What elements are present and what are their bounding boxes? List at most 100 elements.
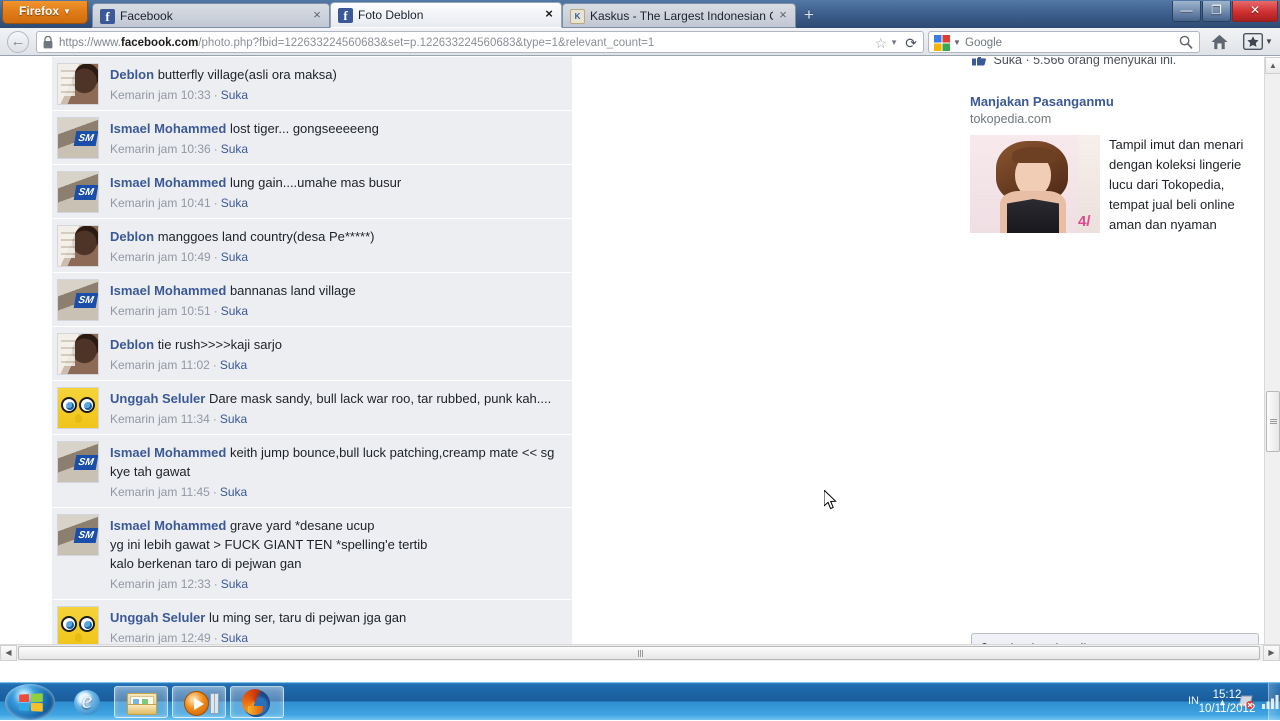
like-link[interactable]: Suka <box>221 250 248 264</box>
taskbar-item-internet-explorer[interactable] <box>62 686 116 718</box>
comment-author[interactable]: Ismael Mohammed <box>110 121 226 136</box>
like-link[interactable]: Suka <box>221 142 248 156</box>
navigation-toolbar: ← https://www.facebook.com/photo.php?fbi… <box>0 28 1280 56</box>
taskbar-clock[interactable]: 15:12 10/11/2012 <box>1196 688 1258 716</box>
comment-text: lu ming ser, taru di pejwan jga gan <box>209 610 406 625</box>
like-link[interactable]: Suka <box>221 196 248 210</box>
like-link[interactable]: Suka <box>221 88 248 102</box>
like-link[interactable]: Suka <box>221 577 248 591</box>
avatar[interactable] <box>57 63 99 105</box>
url-domain: facebook.com <box>121 37 198 49</box>
like-link[interactable]: Suka <box>221 304 248 318</box>
maximize-button[interactable]: ❐ <box>1202 1 1231 22</box>
chevron-down-icon[interactable]: ▼ <box>953 38 961 47</box>
avatar[interactable] <box>57 171 99 213</box>
comment-time: Kemarin jam 10:36 <box>110 142 211 156</box>
ad-image[interactable]: 4/ <box>970 135 1100 233</box>
taskbar-item-windows-explorer[interactable] <box>114 686 168 718</box>
comment-item: Deblon butterfly village(asli ora maksa)… <box>52 57 572 111</box>
comment-body: Unggah Seluler lu ming ser, taru di pejw… <box>110 608 562 627</box>
back-button[interactable]: ← <box>7 31 29 53</box>
window-controls: — ❐ ✕ <box>1171 1 1278 22</box>
chevron-down-icon[interactable]: ▼ <box>890 38 898 47</box>
ad-domain: tokopedia.com <box>970 111 1264 128</box>
firefox-menu-button[interactable]: Firefox▼ <box>2 1 88 24</box>
comment-item: Ismael Mohammed grave yard *desane ucupy… <box>52 508 572 600</box>
avatar[interactable] <box>57 225 99 267</box>
avatar[interactable] <box>57 606 99 648</box>
like-link[interactable]: Suka <box>221 631 248 645</box>
tab-foto-deblon[interactable]: f Foto Deblon × <box>330 2 562 28</box>
start-button[interactable] <box>5 684 55 720</box>
tab-label: Facebook <box>120 9 307 23</box>
bookmarks-icon[interactable] <box>1243 33 1263 50</box>
minimize-button[interactable]: — <box>1172 1 1201 22</box>
kaskus-icon: K <box>570 9 585 24</box>
show-desktop-button[interactable] <box>1268 683 1280 721</box>
horizontal-scrollbar[interactable]: ◀ ▶ <box>0 644 1280 661</box>
comment-author[interactable]: Ismael Mohammed <box>110 445 226 460</box>
horizontal-scrollbar-thumb[interactable] <box>18 646 1260 660</box>
comment-author[interactable]: Unggah Seluler <box>110 610 205 625</box>
vertical-scrollbar-thumb[interactable] <box>1266 391 1280 452</box>
tab-close-icon[interactable]: × <box>542 7 556 21</box>
tab-close-icon[interactable]: × <box>776 8 790 22</box>
avatar-image <box>58 388 98 428</box>
comment-body: Deblon manggoes land country(desa Pe****… <box>110 227 562 246</box>
comment-text: bannanas land village <box>230 283 356 298</box>
avatar-image <box>58 172 98 212</box>
new-tab-button[interactable]: + <box>798 5 820 26</box>
scroll-up-arrow[interactable]: ▲ <box>1265 57 1280 74</box>
comment-author[interactable]: Ismael Mohammed <box>110 283 226 298</box>
search-icon[interactable] <box>1179 35 1193 49</box>
like-link[interactable]: Suka <box>220 485 247 499</box>
comment-author[interactable]: Unggah Seluler <box>110 391 205 406</box>
like-link[interactable]: Suka <box>220 358 247 372</box>
tab-label: Foto Deblon <box>358 8 539 22</box>
tab-kaskus[interactable]: K Kaskus - The Largest Indonesian Com...… <box>562 3 796 28</box>
comment-author[interactable]: Deblon <box>110 229 154 244</box>
address-bar[interactable]: https://www.facebook.com/photo.php?fbid=… <box>36 31 924 53</box>
taskbar-item-firefox[interactable] <box>230 686 284 718</box>
comment-item: Deblon tie rush>>>>kaji sarjoKemarin jam… <box>52 327 572 381</box>
url-path: /photo.php?fbid=122633224560683&set=p.12… <box>198 37 654 49</box>
home-icon[interactable] <box>1210 33 1229 51</box>
comment-text: manggoes land country(desa Pe*****) <box>158 229 375 244</box>
avatar[interactable] <box>57 333 99 375</box>
reload-icon[interactable]: ⟳ <box>905 34 917 52</box>
comment-author[interactable]: Deblon <box>110 337 154 352</box>
like-link[interactable]: Suka <box>220 412 247 426</box>
comment-time: Kemarin jam 10:41 <box>110 196 211 210</box>
close-button[interactable]: ✕ <box>1232 1 1278 22</box>
facebook-icon: f <box>338 8 353 23</box>
comment-time: Kemarin jam 10:51 <box>110 304 211 318</box>
avatar[interactable] <box>57 441 99 483</box>
comment-time: Kemarin jam 11:34 <box>110 412 210 426</box>
avatar[interactable] <box>57 117 99 159</box>
sidebar-ad[interactable]: Manjakan Pasanganmu tokopedia.com 4/ Tam… <box>970 93 1264 235</box>
taskbar-item-media-player[interactable] <box>172 686 226 718</box>
scroll-left-arrow[interactable]: ◀ <box>0 645 17 661</box>
scroll-right-arrow[interactable]: ▶ <box>1263 645 1280 661</box>
windows-logo-icon <box>19 693 43 712</box>
tab-facebook[interactable]: f Facebook × <box>92 3 330 28</box>
avatar[interactable] <box>57 387 99 429</box>
search-bar[interactable]: ▼ Google <box>928 31 1200 53</box>
avatar[interactable] <box>57 279 99 321</box>
comment-time: Kemarin jam 11:02 <box>110 358 210 372</box>
tab-close-icon[interactable]: × <box>310 8 324 22</box>
chevron-down-icon[interactable]: ▼ <box>1265 37 1273 46</box>
comment-author[interactable]: Ismael Mohammed <box>110 518 226 533</box>
ad-title[interactable]: Manjakan Pasanganmu <box>970 93 1264 110</box>
thumbs-up-icon <box>972 57 986 66</box>
bookmark-star-icon[interactable]: ☆ <box>874 35 887 51</box>
comment-author[interactable]: Deblon <box>110 67 154 82</box>
comment-body: Ismael Mohammed lost tiger... gongseeeee… <box>110 119 562 138</box>
vertical-scrollbar[interactable]: ▲ ▼ <box>1264 57 1280 661</box>
comment-author[interactable]: Ismael Mohammed <box>110 175 226 190</box>
comment-time: Kemarin jam 11:45 <box>110 485 210 499</box>
avatar-image <box>58 515 98 555</box>
avatar[interactable] <box>57 514 99 556</box>
comment-meta: Kemarin jam 11:45·Suka <box>110 484 562 500</box>
ad-text: Tampil imut dan menari dengan koleksi li… <box>1109 135 1264 235</box>
